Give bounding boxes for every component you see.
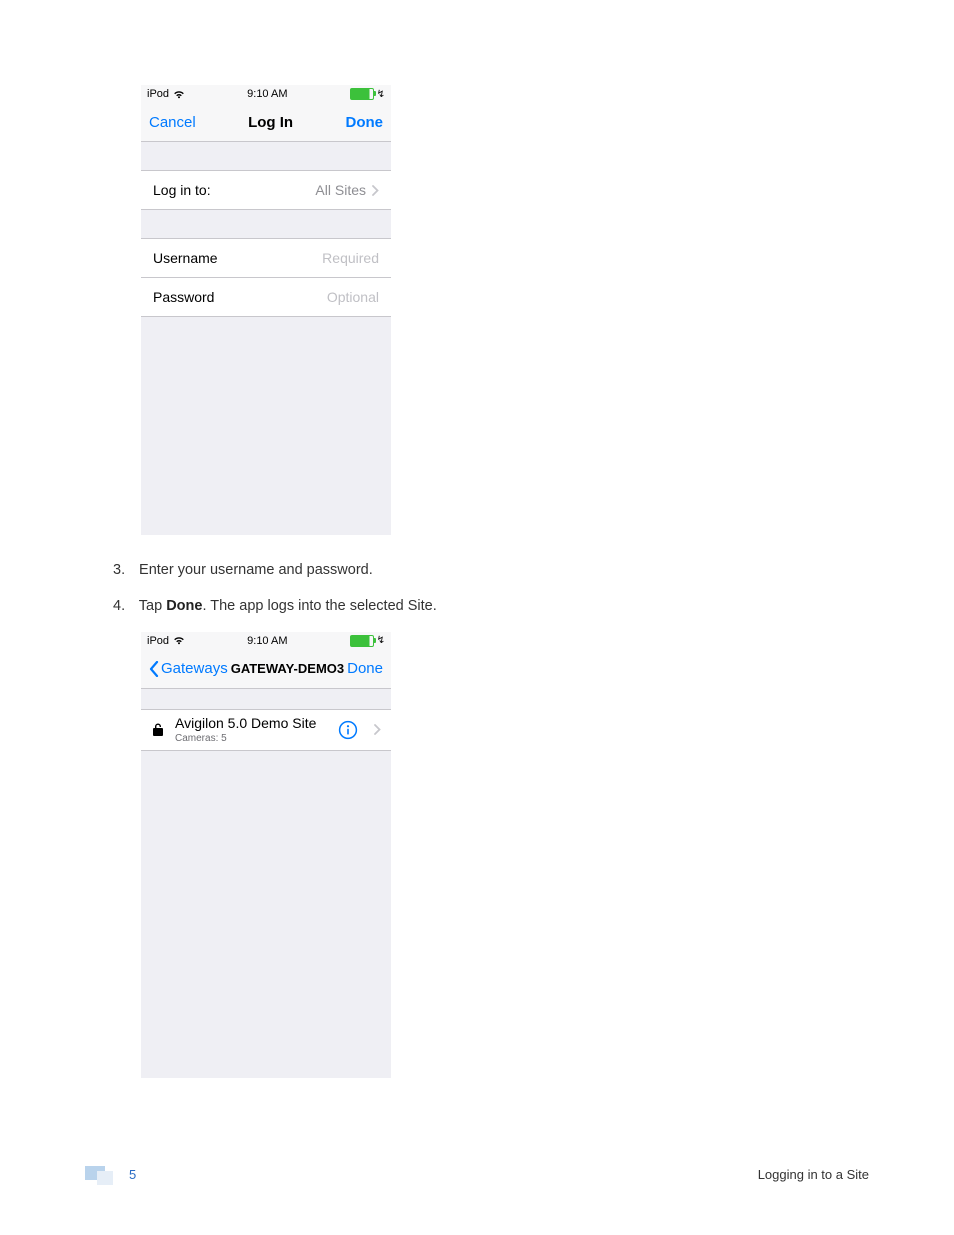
step-4-bold: Done [166,598,202,614]
site-name: Avigilon 5.0 Demo Site [175,716,328,731]
step-4-prefix: Tap [139,598,166,614]
section-spacer [141,689,391,710]
step-3-number: 3. [113,559,135,581]
battery-icon [350,88,374,100]
wifi-icon [173,90,185,99]
login-to-label: Log in to: [153,182,211,198]
cancel-button[interactable]: Cancel [149,114,196,131]
footer-left: 5 [85,1163,136,1185]
done-button[interactable]: Done [345,114,383,131]
step-3-text: Enter your username and password. [139,562,373,578]
site-row[interactable]: Avigilon 5.0 Demo Site Cameras: 5 [141,710,391,751]
site-text: Avigilon 5.0 Demo Site Cameras: 5 [175,716,328,743]
login-to-value: All Sites [315,182,379,198]
status-time: 9:10 AM [247,635,287,647]
status-time: 9:10 AM [247,88,287,100]
step-4-number: 4. [113,595,135,617]
nav-bar: Cancel Log In Done [141,103,391,142]
chevron-right-icon [372,185,379,196]
password-row[interactable]: Password Optional [141,278,391,317]
username-row[interactable]: Username Required [141,239,391,278]
nav-title: GATEWAY-DEMO3 [231,661,344,676]
chevron-right-icon [374,724,381,735]
section-spacer [141,142,391,171]
step-4-suffix: . The app logs into the selected Site. [202,598,436,614]
username-label: Username [153,250,218,266]
info-icon[interactable] [338,720,358,740]
wifi-icon [173,636,185,645]
nav-title: Log In [248,114,293,131]
status-bar: iPod 9:10 AM ↯ [141,85,391,103]
status-bar: iPod 9:10 AM ↯ [141,632,391,650]
status-right: ↯ [350,635,385,647]
nav-bar: Gateways GATEWAY-DEMO3 Done [141,650,391,689]
charging-icon: ↯ [377,89,385,100]
back-button[interactable]: Gateways [149,660,228,677]
page-number: 5 [129,1167,136,1182]
step-4: 4. Tap Done. The app logs into the selec… [113,595,869,617]
screenshot-gateway: iPod 9:10 AM ↯ Gateways GATEWAY-DEMO3 D [141,632,391,1078]
footer-section-title: Logging in to a Site [758,1167,869,1182]
login-to-text: All Sites [315,182,366,198]
password-placeholder: Optional [327,289,379,305]
lock-icon [151,722,165,738]
page-footer: 5 Logging in to a Site [85,1163,869,1185]
username-placeholder: Required [322,250,379,266]
device-label: iPod [147,88,169,100]
back-label: Gateways [161,660,228,677]
device-label: iPod [147,635,169,647]
charging-icon: ↯ [377,635,385,646]
chevron-left-icon [149,661,159,677]
footer-logo-icon [85,1163,119,1185]
document-page: iPod 9:10 AM ↯ Cancel Log In Done Log i [0,0,954,1235]
status-left: iPod [147,635,185,647]
battery-icon [350,635,374,647]
site-subtitle: Cameras: 5 [175,733,328,744]
section-spacer [141,210,391,239]
login-to-row[interactable]: Log in to: All Sites [141,171,391,210]
step-3: 3. Enter your username and password. [113,559,869,581]
content-area: iPod 9:10 AM ↯ Cancel Log In Done Log i [113,85,869,1078]
done-button[interactable]: Done [347,660,383,677]
password-label: Password [153,289,214,305]
status-right: ↯ [350,88,385,100]
screenshot-login: iPod 9:10 AM ↯ Cancel Log In Done Log i [141,85,391,535]
status-left: iPod [147,88,185,100]
